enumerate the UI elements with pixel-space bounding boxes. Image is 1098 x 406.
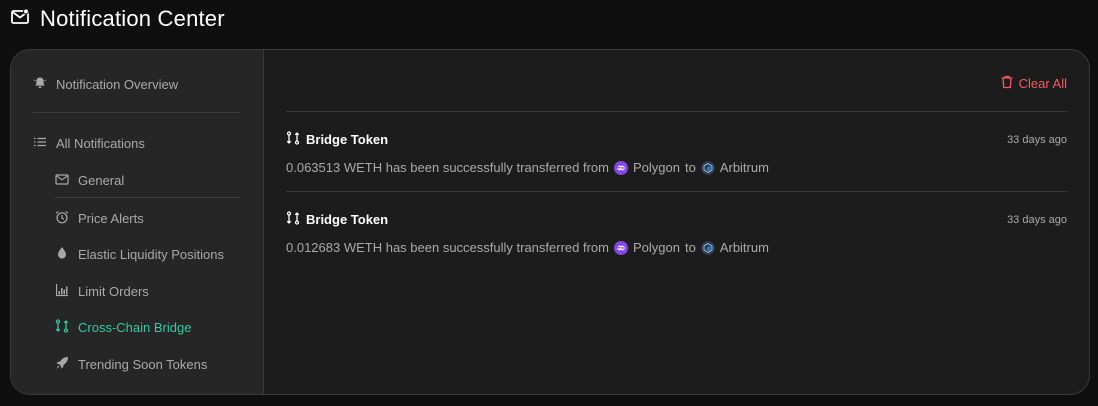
- sidebar-item-label: Elastic Liquidity Positions: [78, 247, 224, 262]
- sidebar-item-price-alerts[interactable]: Price Alerts: [55, 210, 144, 227]
- mail-icon: [55, 172, 69, 189]
- sidebar-item-label: Cross-Chain Bridge: [78, 320, 192, 335]
- arbitrum-icon: [700, 160, 715, 175]
- clear-all-label: Clear All: [1018, 76, 1067, 91]
- bridge-arrows-icon: [286, 131, 300, 148]
- notification-item[interactable]: Bridge Token 33 days ago 0.063513 WETH h…: [286, 131, 1067, 175]
- bell-icon: [33, 76, 47, 93]
- sidebar-item-trending-soon[interactable]: Trending Soon Tokens: [55, 356, 207, 373]
- notification-time: 33 days ago: [1007, 133, 1067, 146]
- sidebar-item-cross-chain-bridge[interactable]: Cross-Chain Bridge: [55, 319, 191, 336]
- notification-item[interactable]: Bridge Token 33 days ago 0.012683 WETH h…: [286, 211, 1067, 255]
- to-word: to: [684, 160, 696, 175]
- from-chain-name: Polygon: [632, 160, 680, 175]
- sidebar: Notification Overview All Notifications …: [11, 50, 264, 394]
- droplet-icon: [55, 246, 69, 263]
- sidebar-item-elastic-liquidity[interactable]: Elastic Liquidity Positions: [55, 246, 224, 263]
- sidebar-item-all-notifications[interactable]: All Notifications: [33, 135, 145, 152]
- bridge-arrows-icon: [286, 211, 300, 228]
- bar-chart-icon: [55, 283, 69, 300]
- sidebar-item-label: Limit Orders: [78, 284, 149, 299]
- notification-time: 33 days ago: [1007, 213, 1067, 226]
- list-divider: [286, 111, 1067, 112]
- bridge-arrows-icon: [55, 319, 69, 336]
- sidebar-item-overview[interactable]: Notification Overview: [33, 76, 178, 93]
- sidebar-item-label: Price Alerts: [78, 211, 144, 226]
- mail-icon: [10, 7, 30, 32]
- rocket-icon: [55, 356, 69, 373]
- notification-title: Bridge Token: [306, 212, 389, 227]
- sidebar-divider: [55, 197, 240, 198]
- polygon-icon: [613, 160, 628, 175]
- sidebar-item-limit-orders[interactable]: Limit Orders: [55, 283, 149, 300]
- sidebar-divider: [33, 112, 240, 113]
- notification-list-area: Clear All Bridge Token 33 days ago 0.063…: [264, 50, 1089, 394]
- sidebar-item-label: All Notifications: [56, 136, 145, 151]
- to-chain-name: Arbitrum: [719, 160, 769, 175]
- alarm-clock-icon: [55, 210, 69, 227]
- sidebar-item-label: General: [78, 173, 125, 188]
- trash-icon: [1000, 75, 1014, 92]
- to-chain-name: Arbitrum: [719, 240, 769, 255]
- polygon-icon: [613, 240, 628, 255]
- notification-title: Bridge Token: [306, 132, 389, 147]
- page-title: Notification Center: [40, 6, 225, 31]
- page-header: Notification Center: [10, 6, 225, 32]
- sidebar-item-label: Notification Overview: [56, 77, 179, 92]
- sidebar-item-general[interactable]: General: [55, 172, 124, 189]
- notification-message: 0.012683 WETH has been successfully tran…: [286, 240, 609, 255]
- clear-all-button[interactable]: Clear All: [1000, 75, 1067, 92]
- list-icon: [33, 135, 47, 152]
- list-divider: [286, 191, 1067, 192]
- from-chain-name: Polygon: [632, 240, 680, 255]
- arbitrum-icon: [700, 240, 715, 255]
- to-word: to: [684, 240, 696, 255]
- sidebar-item-label: Trending Soon Tokens: [78, 357, 208, 372]
- notification-panel: Notification Overview All Notifications …: [10, 49, 1090, 395]
- notification-message: 0.063513 WETH has been successfully tran…: [286, 160, 609, 175]
